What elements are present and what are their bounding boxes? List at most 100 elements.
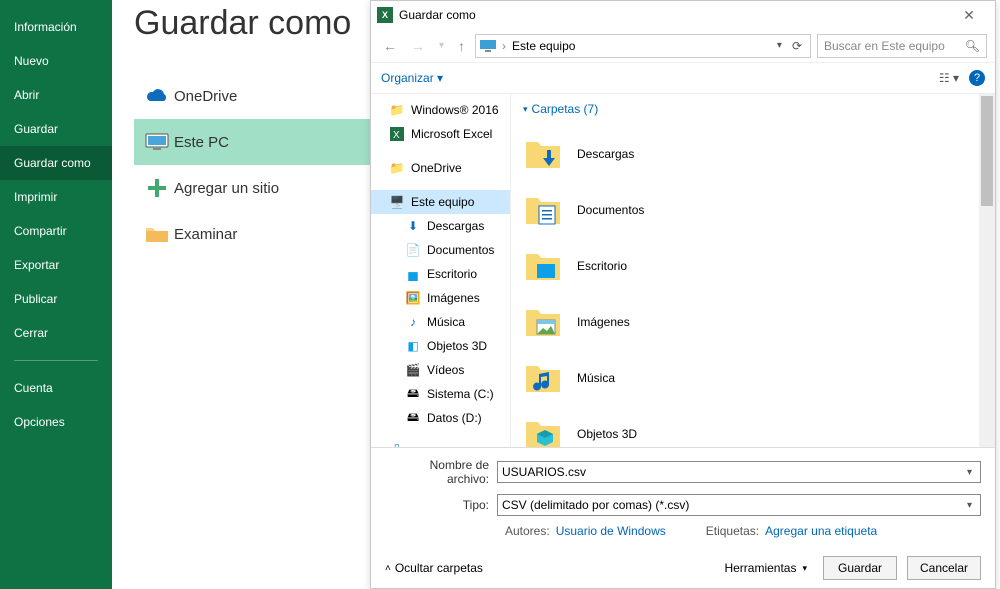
nav-cerrar[interactable]: Cerrar <box>0 316 112 350</box>
chevron-up-icon: ˄ <box>385 563 391 574</box>
location-label: Agregar un sitio <box>174 180 279 197</box>
location-add-site[interactable]: Agregar un sitio <box>134 165 370 211</box>
tree-windows-2016[interactable]: 📁Windows® 2016 <box>371 98 510 122</box>
nav-cuenta[interactable]: Cuenta <box>0 371 112 405</box>
tree-microsoft-excel[interactable]: XMicrosoft Excel <box>371 122 510 146</box>
folder-musica[interactable]: Música <box>523 350 983 406</box>
cube-icon: ◧ <box>405 338 421 354</box>
tree-imagenes[interactable]: 🖼️Imágenes <box>371 286 510 310</box>
tree-escritorio[interactable]: ▅Escritorio <box>371 262 510 286</box>
nav-informacion[interactable]: Información <box>0 10 112 44</box>
nav-compartir[interactable]: Compartir <box>0 214 112 248</box>
pc-icon <box>140 132 174 152</box>
search-input[interactable]: Buscar en Este equipo 🔍︎ <box>817 34 987 58</box>
cloud-icon <box>140 87 174 105</box>
dialog-toolbar: Organizar ▾ ☷ ▾ ? <box>371 63 995 93</box>
nav-opciones[interactable]: Opciones <box>0 405 112 439</box>
nav-publicar[interactable]: Publicar <box>0 282 112 316</box>
search-placeholder: Buscar en Este equipo <box>824 39 945 53</box>
download-folder-icon <box>523 134 563 174</box>
folder-objetos-3d[interactable]: Objetos 3D <box>523 406 983 447</box>
tree-documentos[interactable]: 📄Documentos <box>371 238 510 262</box>
drive-icon: 🖴 <box>405 410 421 426</box>
folder-descargas[interactable]: Descargas <box>523 126 983 182</box>
refresh-icon[interactable]: ⟳ <box>788 39 806 53</box>
tree-musica[interactable]: ♪Música <box>371 310 510 334</box>
backstage-panel: Guardar como OneDrive Este PC Agregar un… <box>112 0 370 589</box>
dialog-nav: ← → ▾ ↑ › Este equipo ▾ ⟳ Buscar en Este… <box>371 29 995 63</box>
save-button[interactable]: Guardar <box>823 556 897 580</box>
dialog-title: Guardar como <box>399 8 476 22</box>
excel-backstage-nav: Información Nuevo Abrir Guardar Guardar … <box>0 0 112 589</box>
doc-icon: 📄 <box>405 242 421 258</box>
nav-nuevo[interactable]: Nuevo <box>0 44 112 78</box>
nav-guardar-como[interactable]: Guardar como <box>0 146 112 180</box>
location-este-pc[interactable]: Este PC <box>134 119 370 165</box>
tree-videos[interactable]: 🎬Vídeos <box>371 358 510 382</box>
folder-imagenes[interactable]: Imágenes <box>523 294 983 350</box>
folder-icon <box>140 224 174 244</box>
filename-input[interactable]: USUARIOS.csv▾ <box>497 461 981 483</box>
nav-abrir[interactable]: Abrir <box>0 78 112 112</box>
up-icon[interactable]: ↑ <box>454 36 469 56</box>
cancel-button[interactable]: Cancelar <box>907 556 981 580</box>
chevron-down-icon[interactable]: ▾ <box>777 40 782 51</box>
location-onedrive[interactable]: OneDrive <box>134 73 370 119</box>
tree-datos-d[interactable]: 🖴Datos (D:) <box>371 406 510 430</box>
nav-imprimir[interactable]: Imprimir <box>0 180 112 214</box>
filename-label: Nombre de archivo: <box>385 458 497 486</box>
tools-menu[interactable]: Herramientas▾ <box>718 561 813 575</box>
excel-icon: X <box>389 126 405 142</box>
drive-icon: 🖴 <box>405 386 421 402</box>
tree-onedrive[interactable]: 📁OneDrive <box>371 156 510 180</box>
tree-sistema-c[interactable]: 🖴Sistema (C:) <box>371 382 510 406</box>
search-icon: 🔍︎ <box>965 39 980 53</box>
chevron-down-icon[interactable]: ▾ <box>435 38 448 53</box>
scrollbar[interactable] <box>979 94 995 447</box>
authors-label: Autores: <box>505 524 550 538</box>
images-folder-icon <box>523 302 563 342</box>
folder-content: ▾ Carpetas (7) Descargas Documentos Escr… <box>511 94 995 447</box>
tree-descargas[interactable]: ⬇Descargas <box>371 214 510 238</box>
tree-este-equipo[interactable]: 🖥️Este equipo <box>371 190 510 214</box>
filetype-label: Tipo: <box>385 498 497 512</box>
svg-text:X: X <box>393 130 400 141</box>
nav-guardar[interactable]: Guardar <box>0 112 112 146</box>
location-label: Este PC <box>174 134 229 151</box>
plus-icon <box>140 177 174 199</box>
view-options-icon[interactable]: ☷ ▾ <box>939 71 959 85</box>
folder-documentos[interactable]: Documentos <box>523 182 983 238</box>
documents-folder-icon <box>523 190 563 230</box>
tags-link[interactable]: Agregar una etiqueta <box>765 524 877 538</box>
filetype-select[interactable]: CSV (delimitado por comas) (*.csv)▾ <box>497 494 981 516</box>
location-label: Examinar <box>174 226 237 243</box>
tree-objetos-3d[interactable]: ◧Objetos 3D <box>371 334 510 358</box>
close-icon[interactable]: ✕ <box>949 7 989 24</box>
excel-icon: X <box>377 7 393 23</box>
nav-exportar[interactable]: Exportar <box>0 248 112 282</box>
pc-icon: 🖥️ <box>389 194 405 210</box>
organize-menu[interactable]: Organizar ▾ <box>381 71 443 85</box>
forward-icon[interactable]: → <box>407 36 429 56</box>
save-as-dialog: X Guardar como ✕ ← → ▾ ↑ › Este equipo ▾… <box>370 0 996 589</box>
tree-red[interactable]: 🖧Red <box>371 440 510 447</box>
folder-tree: 📁Windows® 2016 XMicrosoft Excel 📁OneDriv… <box>371 94 511 447</box>
folder-escritorio[interactable]: Escritorio <box>523 238 983 294</box>
music-icon: ♪ <box>405 314 421 330</box>
authors-link[interactable]: Usuario de Windows <box>556 524 666 538</box>
download-icon: ⬇ <box>405 218 421 234</box>
pc-icon <box>480 40 496 52</box>
address-bar[interactable]: › Este equipo ▾ ⟳ <box>475 34 811 58</box>
location-label: OneDrive <box>174 88 237 105</box>
video-icon: 🎬 <box>405 362 421 378</box>
3d-folder-icon <box>523 414 563 447</box>
desktop-folder-icon <box>523 246 563 286</box>
folders-group-header[interactable]: ▾ Carpetas (7) <box>523 102 983 116</box>
location-browse[interactable]: Examinar <box>134 211 370 257</box>
help-icon[interactable]: ? <box>969 70 985 86</box>
back-icon[interactable]: ← <box>379 36 401 56</box>
folder-icon: 📁 <box>389 102 405 118</box>
hide-folders-toggle[interactable]: ˄ Ocultar carpetas <box>385 561 483 575</box>
page-title: Guardar como <box>134 4 370 43</box>
images-icon: 🖼️ <box>405 290 421 306</box>
